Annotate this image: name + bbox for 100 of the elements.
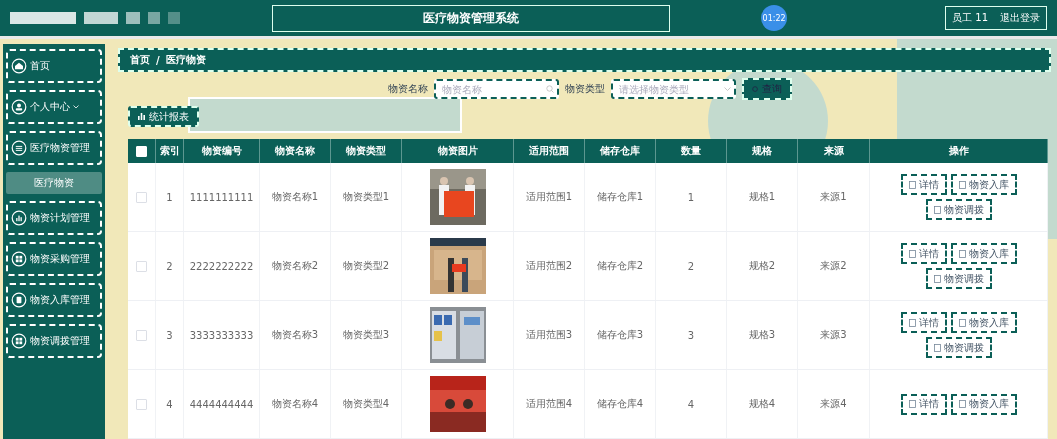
type-select[interactable]: 请选择物资类型 xyxy=(611,79,736,100)
table-cell: 储存仓库3 xyxy=(585,301,656,369)
timer-badge: 01:22 xyxy=(761,5,788,31)
list-icon xyxy=(11,140,27,156)
action-button[interactable]: 物资调拨 xyxy=(925,337,992,358)
field-label: 物资类型 xyxy=(565,82,605,97)
user-icon xyxy=(11,99,27,115)
column-header: 适用范围 xyxy=(514,139,585,163)
document-icon xyxy=(933,274,941,283)
table-cell: 3333333333 xyxy=(184,301,260,369)
header-decoration xyxy=(168,12,180,24)
search-icon xyxy=(752,85,759,93)
table-cell: 2222222222 xyxy=(184,232,260,300)
column-header: 规格 xyxy=(727,139,798,163)
table-cell: 适用范围4 xyxy=(514,370,585,438)
table-cell: 物资类型4 xyxy=(331,370,402,438)
table-cell: 4 xyxy=(656,370,727,438)
column-header: 数量 xyxy=(656,139,727,163)
table-cell: 1 xyxy=(656,163,727,231)
table-cell: 储存仓库2 xyxy=(585,232,656,300)
column-header: 物资类型 xyxy=(331,139,402,163)
action-button[interactable]: 详情 xyxy=(900,243,947,264)
row-checkbox[interactable] xyxy=(136,260,147,272)
document-icon xyxy=(908,400,916,408)
document-icon xyxy=(958,180,966,189)
table-cell: 4444444444 xyxy=(184,370,260,438)
column-header: 储存仓库 xyxy=(585,139,656,163)
column-header: 索引 xyxy=(156,139,184,163)
action-button[interactable]: 物资入库 xyxy=(950,312,1017,333)
row-checkbox[interactable] xyxy=(136,398,147,410)
table-cell: 来源3 xyxy=(798,301,870,369)
user-name: 员工 11 xyxy=(952,11,988,25)
table-cell: 1 xyxy=(156,163,184,231)
logout-link[interactable]: 退出登录 xyxy=(1000,11,1040,25)
action-button[interactable]: 详情 xyxy=(900,312,947,333)
action-button[interactable]: 物资入库 xyxy=(950,174,1017,195)
sidebar-item[interactable]: 个人中心 xyxy=(6,90,102,124)
column-header: 来源 xyxy=(798,139,870,163)
column-header: 物资图片 xyxy=(402,139,514,163)
table-cell: 适用范围1 xyxy=(514,163,585,231)
table-cell: 规格4 xyxy=(727,370,798,438)
row-checkbox[interactable] xyxy=(136,329,147,341)
document-icon xyxy=(958,318,966,327)
table-cell: 物资名称1 xyxy=(260,163,331,231)
row-checkbox[interactable] xyxy=(136,191,147,203)
chevron-down-icon xyxy=(724,87,731,92)
table-cell: 来源2 xyxy=(798,232,870,300)
sidebar-item[interactable]: 物资调拨管理 xyxy=(6,324,102,358)
table-cell: 规格3 xyxy=(727,301,798,369)
grid-icon xyxy=(11,251,27,267)
header-decoration xyxy=(10,12,76,24)
table-cell: 物资类型1 xyxy=(331,163,402,231)
report-button[interactable]: 统计报表 xyxy=(128,106,199,127)
search-icon xyxy=(546,85,554,94)
action-button[interactable]: 详情 xyxy=(900,174,947,195)
home-icon xyxy=(11,58,27,74)
header-decoration xyxy=(126,12,140,24)
search-field[interactable]: 物资名称 xyxy=(434,79,559,100)
action-button[interactable]: 详情 xyxy=(900,393,947,415)
sidebar-item[interactable]: 物资计划管理 xyxy=(6,201,102,235)
app-title: 医疗物资管理系统 xyxy=(271,4,670,32)
action-button[interactable]: 物资调拨 xyxy=(925,199,992,220)
grid-icon xyxy=(11,333,27,349)
table-cell: 物资类型3 xyxy=(331,301,402,369)
bar-chart-icon xyxy=(138,113,145,121)
breadcrumb-link[interactable]: 首页 xyxy=(130,53,150,68)
sidebar-item[interactable]: 医疗物资管理 xyxy=(6,131,102,165)
chevron-down-icon xyxy=(73,105,79,109)
action-button[interactable]: 物资入库 xyxy=(950,393,1017,415)
action-button[interactable]: 物资入库 xyxy=(950,243,1017,264)
document-icon xyxy=(933,205,941,214)
sidebar-subitem[interactable]: 医疗物资 xyxy=(6,172,102,194)
document-icon xyxy=(908,318,916,327)
document-icon xyxy=(958,400,966,408)
table-cell: 物资名称3 xyxy=(260,301,331,369)
sidebar-item[interactable]: 物资采购管理 xyxy=(6,242,102,276)
table-cell: 来源4 xyxy=(798,370,870,438)
document-icon xyxy=(908,180,916,189)
field-label: 物资名称 xyxy=(388,82,428,97)
table-cell: 2 xyxy=(656,232,727,300)
breadcrumb-link[interactable]: 医疗物资 xyxy=(165,53,206,68)
table-cell: 物资名称4 xyxy=(260,370,331,438)
action-button[interactable]: 物资调拨 xyxy=(925,268,992,289)
clipboard-icon xyxy=(11,292,27,308)
table-cell: 储存仓库4 xyxy=(585,370,656,438)
column-header: 物资名称 xyxy=(260,139,331,163)
table-cell: 1111111111 xyxy=(184,163,260,231)
document-icon xyxy=(908,249,916,258)
header-decoration xyxy=(148,12,160,24)
document-icon xyxy=(933,343,941,352)
table-cell: 3 xyxy=(656,301,727,369)
column-header: 操作 xyxy=(870,139,1048,163)
sidebar-item[interactable]: 首页 xyxy=(6,49,102,83)
table-cell: 适用范围3 xyxy=(514,301,585,369)
table-cell: 3 xyxy=(156,301,184,369)
bar-chart-icon xyxy=(11,210,27,226)
select-all-checkbox[interactable] xyxy=(136,145,147,157)
sidebar-item[interactable]: 物资入库管理 xyxy=(6,283,102,317)
header-decoration xyxy=(84,12,118,24)
column-header: 物资编号 xyxy=(184,139,260,163)
